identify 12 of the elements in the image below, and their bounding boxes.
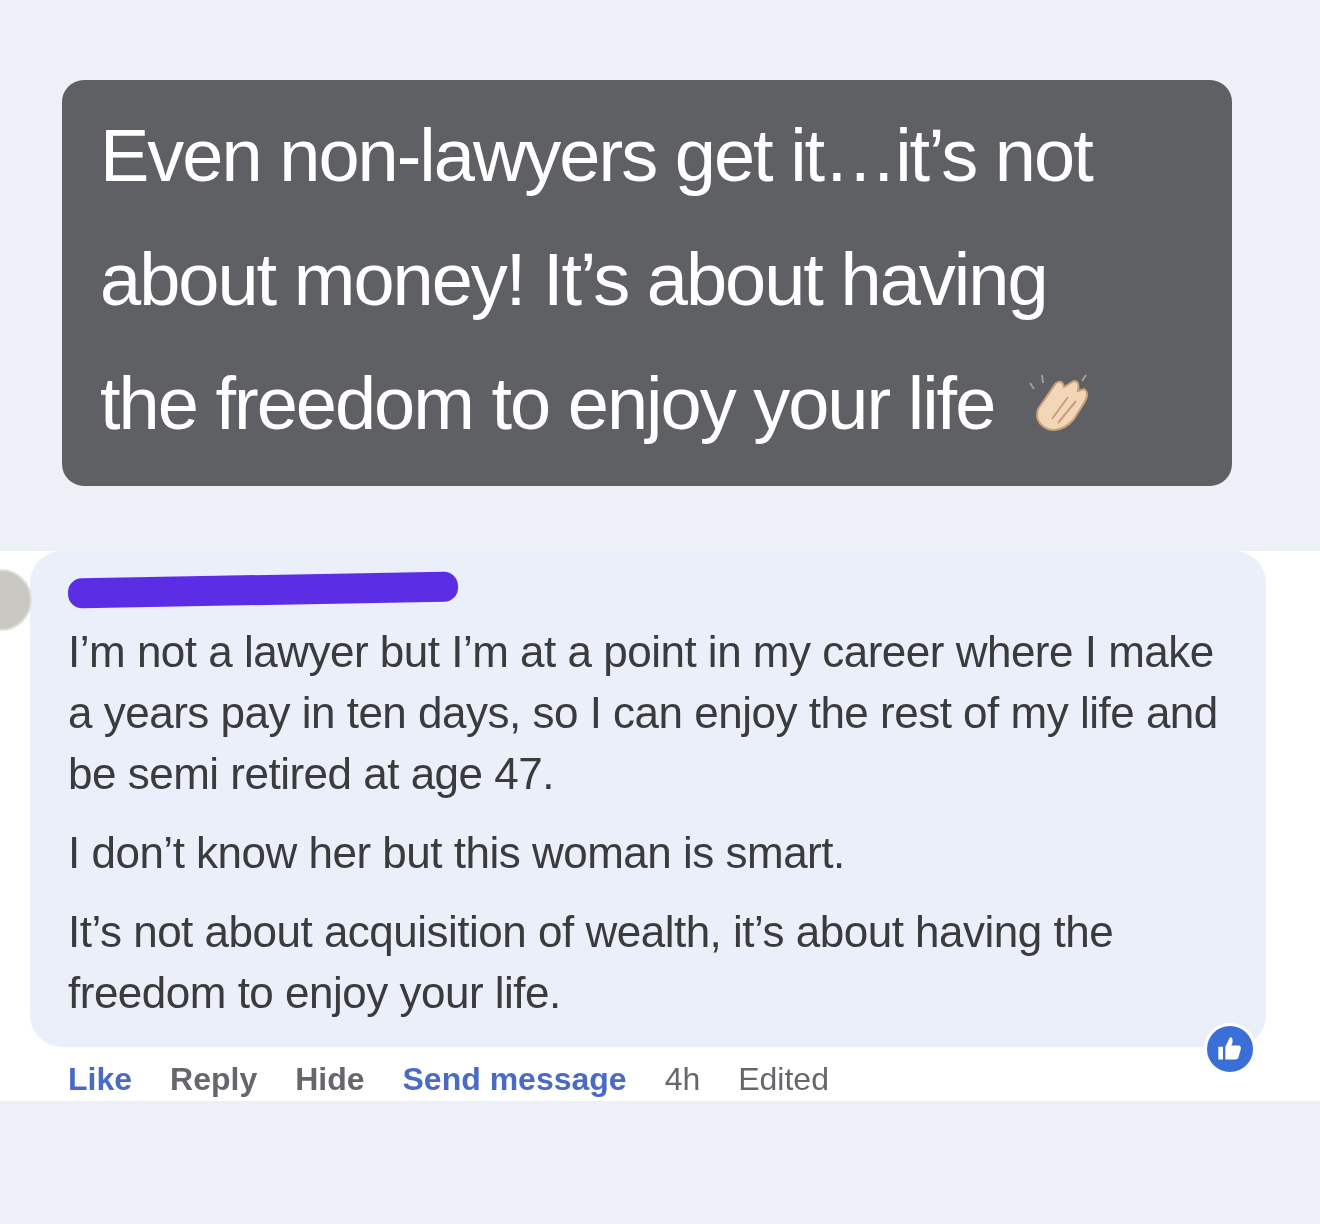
comment-action-link[interactable]: Send message <box>402 1055 627 1103</box>
comment-text: It’s not about acquisition of wealth, it’s about having the freedom to enjoy your life. <box>68 906 1115 1019</box>
comment-text: I’m not a lawyer but I’m at a point in my career where I make a years pay in ten days, so I can enjoy the rest of my life and be semi retired at age 47. <box>68 626 1218 800</box>
caption-text: the freedom to enjoy your life <box>100 361 995 447</box>
comment-action-link[interactable]: Hide <box>295 1055 365 1103</box>
comment-meta: 4h <box>664 1060 701 1099</box>
comment-meta: Edited <box>738 1060 829 1099</box>
caption-text: Even non-lawyers get it…it’s not <box>100 113 1092 199</box>
comment-action-link[interactable]: Reply <box>170 1055 258 1103</box>
comment-text: I don’t know her but this woman is smart. <box>68 827 846 879</box>
comment-action-link[interactable]: Like <box>68 1055 133 1103</box>
caption-text: about money! It’s about having <box>100 237 1047 323</box>
